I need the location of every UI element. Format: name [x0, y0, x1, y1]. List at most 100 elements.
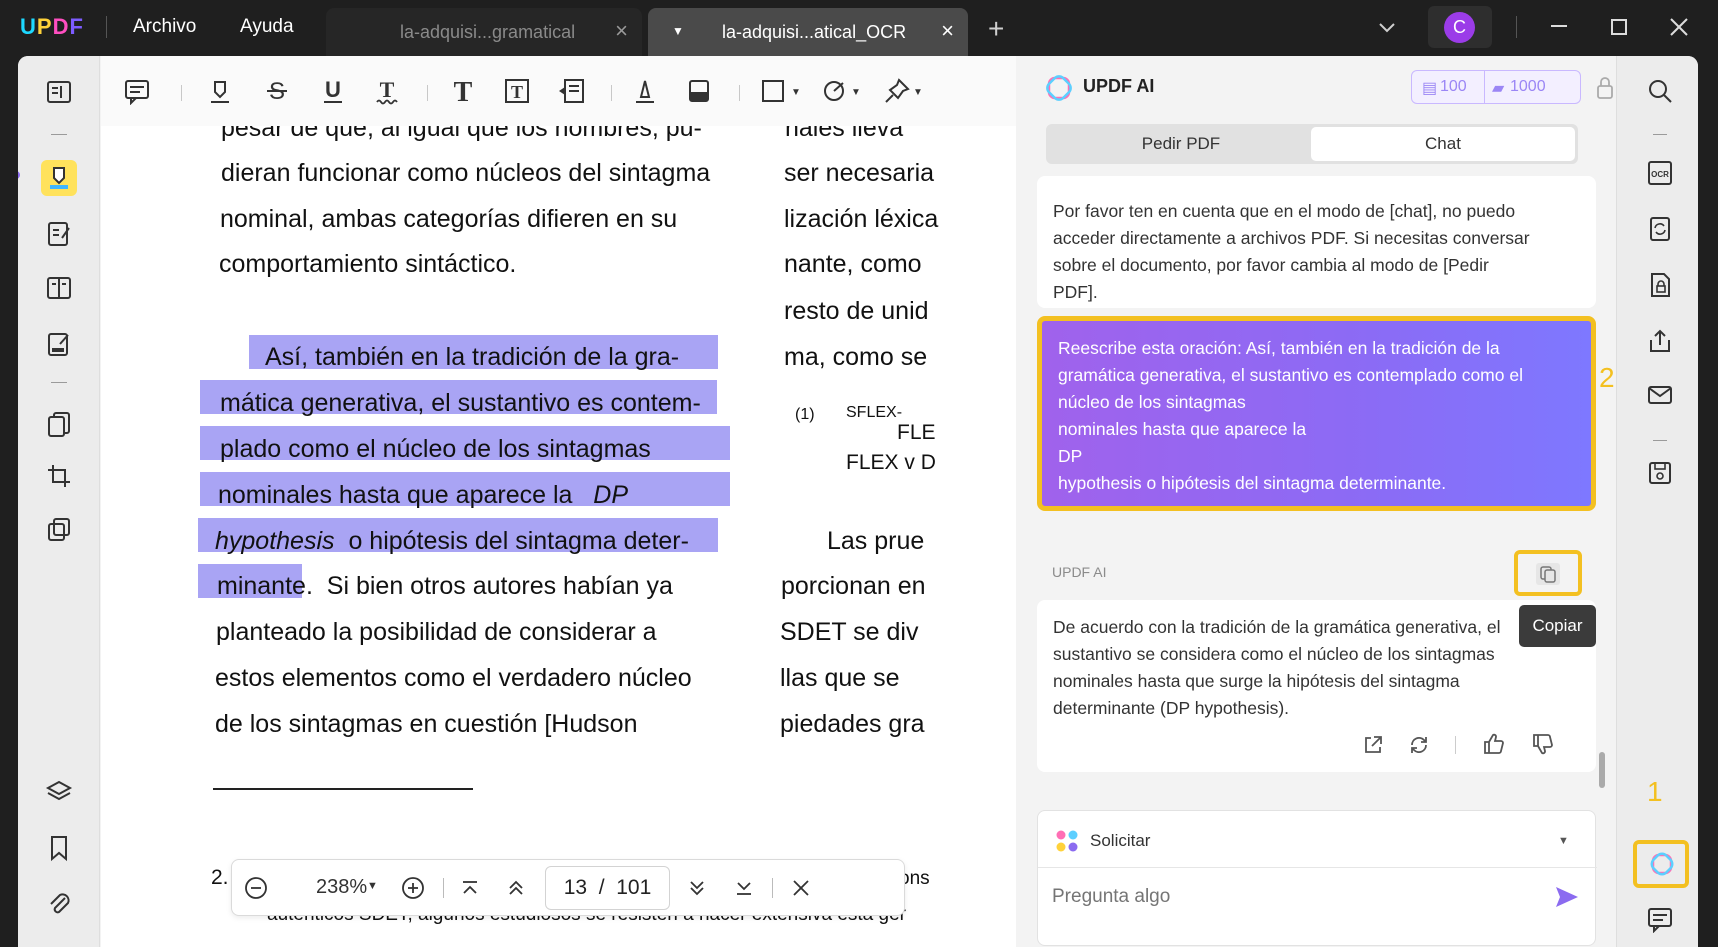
close-tab-icon[interactable]: × — [941, 18, 954, 44]
maximize-icon[interactable] — [1609, 17, 1629, 37]
ask-input[interactable] — [1052, 875, 1522, 919]
crop-icon[interactable] — [41, 458, 77, 494]
text-box-icon[interactable]: T — [501, 75, 533, 107]
compare-icon[interactable] — [41, 512, 77, 548]
stamp-icon[interactable] — [819, 75, 851, 107]
attachment-icon[interactable] — [41, 886, 77, 922]
eraser-icon[interactable] — [683, 75, 715, 107]
send-icon[interactable] — [1554, 885, 1580, 909]
search-icon[interactable] — [1645, 76, 1675, 106]
credits-chat: 1000 — [1510, 78, 1546, 95]
tab-document-1[interactable]: la-adquisi...gramatical × — [326, 8, 642, 56]
doc-text-line: lización léxica — [784, 205, 939, 233]
divider — [106, 16, 107, 38]
pdf-document-view[interactable]: pesar de que, al igual que los nombres, … — [101, 126, 1016, 947]
first-page-icon[interactable] — [456, 874, 484, 902]
strikethrough-icon[interactable]: S — [261, 75, 293, 107]
stamp-dropdown-icon[interactable]: ▼ — [851, 87, 861, 98]
copy-icon[interactable] — [1535, 562, 1561, 586]
thumbs-up-icon[interactable] — [1482, 732, 1506, 756]
user-account-button[interactable]: C — [1428, 6, 1492, 48]
message-line: núcleo de los sintagmas — [1058, 392, 1246, 412]
doc-text-span: o hipótesis del sintagma deter- — [348, 527, 689, 555]
doc-text-line: ser necesaria — [784, 159, 935, 187]
doc-text-line: estos elementos como el verdadero núcleo — [215, 664, 692, 692]
menu-archivo[interactable]: Archivo — [133, 16, 196, 38]
zoom-dropdown-icon[interactable]: ▼ — [367, 880, 378, 892]
pencil-icon[interactable] — [629, 75, 661, 107]
share-icon[interactable] — [1645, 326, 1675, 356]
menu-ayuda[interactable]: Ayuda — [240, 16, 294, 38]
copy-button-highlight[interactable] — [1514, 550, 1582, 596]
minimize-icon[interactable] — [1548, 18, 1570, 40]
close-window-icon[interactable] — [1668, 16, 1690, 38]
page-tools-icon[interactable] — [41, 406, 77, 442]
svg-text:T: T — [380, 77, 395, 102]
email-icon[interactable] — [1645, 380, 1675, 410]
zoom-out-icon[interactable] — [242, 874, 270, 902]
lock-icon[interactable] — [1596, 76, 1614, 100]
example-label: FLE — [897, 421, 936, 444]
fill-sign-icon[interactable] — [41, 326, 77, 362]
layers-icon[interactable] — [41, 774, 77, 810]
save-icon[interactable] — [1645, 458, 1675, 488]
chevron-down-icon[interactable] — [1376, 16, 1398, 38]
tab-label: la-adquisi...atical_OCR — [722, 21, 907, 42]
close-navbar-icon[interactable] — [787, 874, 815, 902]
tab-dropdown-icon[interactable]: ▼ — [672, 24, 684, 38]
new-tab-icon[interactable]: + — [988, 13, 1004, 45]
page-number-field[interactable]: 13 / 101 — [545, 866, 670, 910]
text-callout-icon[interactable] — [555, 75, 587, 107]
close-tab-icon[interactable]: × — [615, 18, 628, 44]
reader-mode-icon[interactable] — [41, 74, 77, 110]
comment-list-icon[interactable] — [1645, 904, 1675, 934]
zoom-level[interactable]: 238% — [316, 876, 367, 899]
responder-label: UPDF AI — [1052, 564, 1107, 580]
regenerate-icon[interactable] — [1408, 734, 1430, 756]
active-indicator — [18, 171, 20, 179]
shape-dropdown-icon[interactable]: ▼ — [791, 87, 801, 98]
previous-page-icon[interactable] — [502, 874, 530, 902]
doc-text-line: nante, como — [784, 250, 922, 278]
message-line: hypothesis o hipótesis del sintagma dete… — [1058, 473, 1447, 493]
doc-text-line: Las prue — [827, 527, 925, 555]
shape-icon[interactable] — [757, 75, 789, 107]
chevron-down-icon[interactable]: ▼ — [1558, 835, 1569, 847]
updf-ai-button[interactable] — [1633, 840, 1689, 888]
pin-dropdown-icon[interactable]: ▼ — [913, 87, 923, 98]
thumbs-down-icon[interactable] — [1531, 732, 1555, 756]
sticky-note-icon[interactable] — [121, 75, 153, 107]
last-page-icon[interactable] — [730, 874, 758, 902]
prompt-mode-label[interactable]: Solicitar — [1090, 831, 1150, 851]
ocr-icon[interactable]: OCR — [1645, 158, 1675, 188]
prompt-composer: Solicitar ▼ — [1037, 810, 1597, 946]
text-tool-icon[interactable]: T — [447, 75, 479, 107]
tab-pedir-pdf[interactable]: Pedir PDF — [1049, 127, 1313, 161]
pin-icon[interactable] — [881, 75, 913, 107]
chat-scrollbar[interactable] — [1599, 752, 1605, 788]
protect-icon[interactable] — [1645, 270, 1675, 300]
ai-credits-badge[interactable]: ▤ 100 ▰ 1000 — [1411, 70, 1581, 104]
message-line: Por favor ten en cuenta que en el modo d… — [1053, 201, 1516, 221]
divider — [51, 134, 67, 135]
convert-icon[interactable] — [1645, 214, 1675, 244]
squiggly-underline-icon[interactable]: T — [371, 75, 403, 107]
message-line: Reescribe esta oración: Así, también en … — [1058, 338, 1500, 358]
comment-mode-icon[interactable] — [41, 160, 77, 196]
underline-icon[interactable]: U — [317, 75, 349, 107]
chat-icon: ▰ — [1492, 80, 1505, 97]
app-body: S U T T T ▼ ▼ ▼ pesar de que, al igual q… — [18, 56, 1698, 947]
tab-document-2[interactable]: ▼ la-adquisi...atical_OCR × — [648, 8, 968, 56]
highlight-icon[interactable] — [204, 75, 236, 107]
updf-ai-icon[interactable] — [1648, 850, 1676, 878]
next-page-icon[interactable] — [683, 874, 711, 902]
doc-text-line: llas que se — [780, 664, 900, 692]
message-line: sustantivo se considera como el núcleo d… — [1053, 644, 1495, 664]
organize-pages-icon[interactable] — [41, 270, 77, 306]
svg-text:OCR: OCR — [1651, 170, 1669, 179]
export-icon[interactable] — [1362, 734, 1384, 756]
edit-pdf-icon[interactable] — [41, 216, 77, 252]
zoom-in-icon[interactable] — [399, 874, 427, 902]
bookmark-icon[interactable] — [41, 830, 77, 866]
tab-chat[interactable]: Chat — [1311, 127, 1575, 161]
